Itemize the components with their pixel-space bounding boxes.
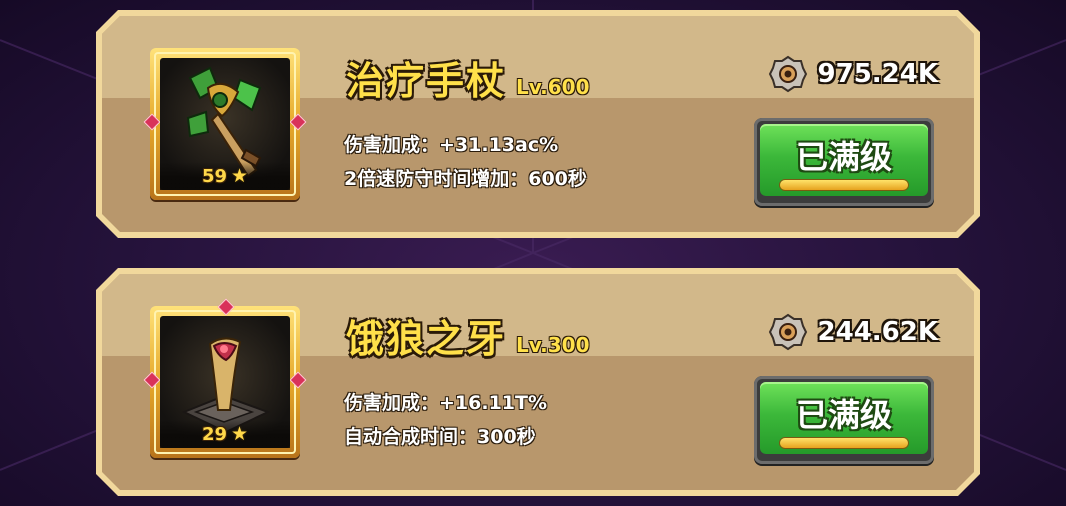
star-rating: 29 ★: [160, 420, 290, 448]
star-icon: ★: [231, 423, 249, 445]
gear-nut-icon: [768, 55, 807, 93]
max-level-progress-bar: [780, 438, 908, 448]
item-icon-frame[interactable]: 29 ★: [143, 298, 307, 458]
item-title: 饿狼之牙 Lv.300: [346, 308, 590, 363]
stat-auto-merge-time: 自动合成时间：300秒: [344, 426, 536, 448]
star-count: 29: [201, 423, 227, 445]
item-stats: 伤害加成：+16.11T% 自动合成时间：300秒: [344, 386, 547, 454]
stat-damage-bonus: 伤害加成：+31.13ac%: [344, 134, 559, 156]
cost-value: 244.62K: [817, 317, 938, 347]
item-level: Lv.600: [516, 75, 590, 99]
cost-value: 975.24K: [817, 59, 938, 89]
item-icon-frame[interactable]: 59 ★: [143, 48, 307, 200]
item-name: 治疗手杖: [346, 59, 507, 103]
max-level-button-face: 已满级: [760, 382, 928, 454]
stat-damage-bonus: 伤害加成：+16.11T%: [344, 392, 548, 414]
max-level-button[interactable]: 已满级: [754, 376, 934, 464]
gear-nut-icon: [768, 313, 807, 351]
item-stats: 伤害加成：+31.13ac% 2倍速防守时间增加：600秒: [344, 128, 587, 196]
item-card-healing-staff: 59 ★ 治疗手杖 Lv.600 975.24K 伤害加成：+31.13ac% …: [96, 10, 980, 238]
max-level-button[interactable]: 已满级: [754, 118, 934, 206]
item-name: 饿狼之牙: [346, 317, 507, 361]
max-level-button-label: 已满级: [795, 396, 892, 434]
max-level-progress-bar: [780, 180, 908, 190]
star-rating: 59 ★: [160, 162, 290, 190]
upgrade-cost: 975.24K: [768, 54, 938, 94]
item-title: 治疗手杖 Lv.600: [346, 50, 590, 105]
max-level-button-label: 已满级: [795, 138, 892, 176]
item-card-wolf-fang: 29 ★ 饿狼之牙 Lv.300 244.62K 伤害加成：+16.11T% 自…: [96, 268, 980, 496]
star-icon: ★: [231, 165, 249, 187]
star-count: 59: [201, 165, 227, 187]
item-level: Lv.300: [516, 333, 590, 357]
upgrade-cost: 244.62K: [768, 312, 938, 352]
max-level-button-face: 已满级: [760, 124, 928, 196]
stat-speed-defense-time: 2倍速防守时间增加：600秒: [344, 168, 587, 190]
